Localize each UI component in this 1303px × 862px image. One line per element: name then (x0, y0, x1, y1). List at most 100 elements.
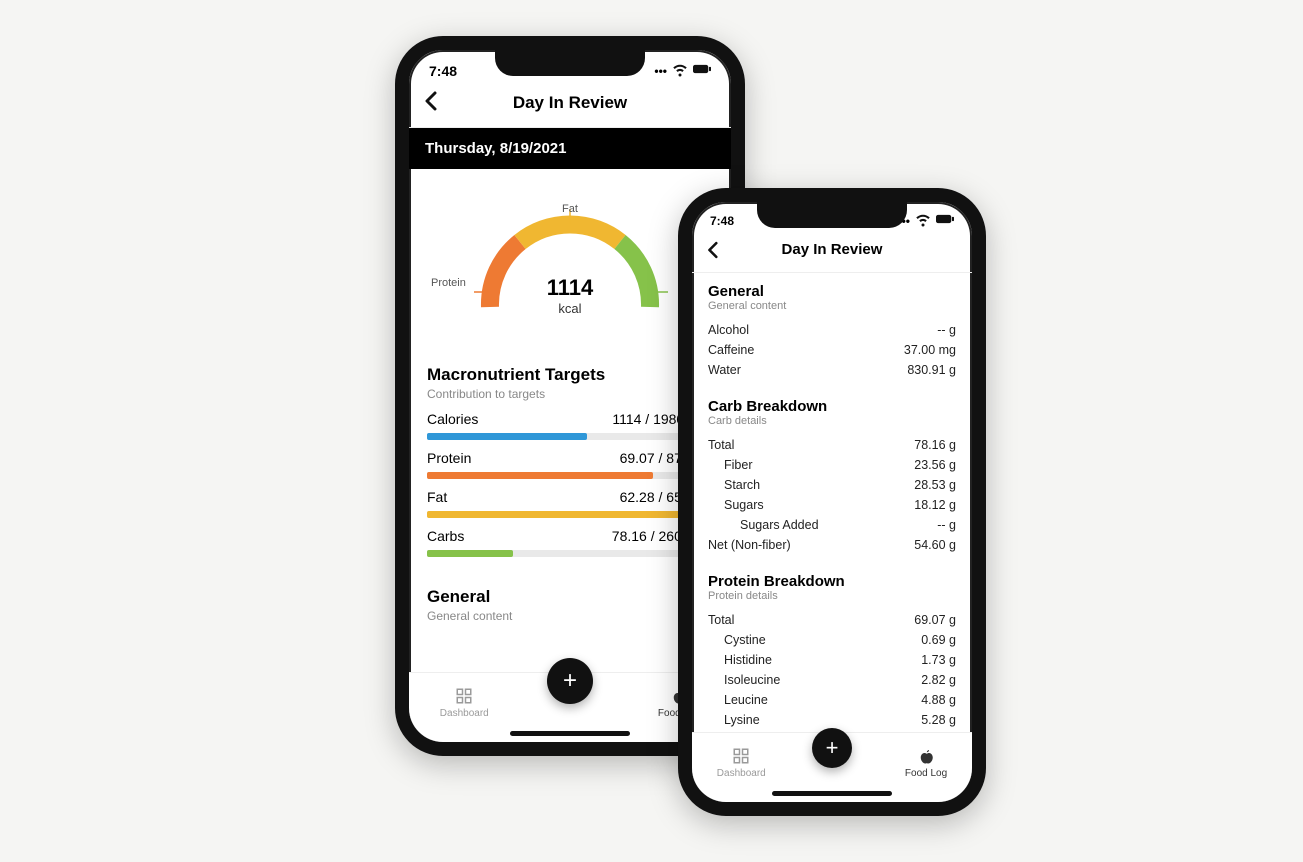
nutrient-value: 4.88 g (921, 693, 956, 707)
progress-bar (427, 433, 713, 440)
nutrient-label: Lysine (708, 713, 760, 727)
nutrient-row: Sugars 18.12 g (708, 495, 956, 515)
back-button[interactable] (423, 91, 437, 117)
nutrient-value: 28.53 g (914, 478, 956, 492)
nutrient-row: Total69.07 g (708, 610, 956, 630)
status-time: 7:48 (710, 214, 734, 228)
nutrient-label: Histidine (708, 653, 772, 667)
device-notch-icon (757, 202, 907, 228)
nutrient-value: 18.12 g (914, 498, 956, 512)
tab-dashboard-label: Dashboard (440, 708, 489, 719)
battery-icon (936, 210, 954, 231)
nutrient-label: Sugars Added (708, 518, 819, 532)
nutrient-label: Total (708, 613, 734, 627)
general-group-subtitle: General content (708, 300, 956, 312)
back-button[interactable] (706, 239, 718, 265)
nutrient-label: Fiber (708, 458, 752, 472)
add-button[interactable]: + (812, 728, 852, 768)
nutrient-row: Histidine 1.73 g (708, 650, 956, 670)
nutrient-label: Alcohol (708, 323, 749, 337)
nutrient-value: 37.00 mg (904, 343, 956, 357)
nutrient-row: Starch 28.53 g (708, 475, 956, 495)
nutrient-row: Total 78.16 g (708, 435, 956, 455)
grid-icon (732, 747, 750, 765)
nav-bar: Day In Review (409, 85, 731, 128)
page-title: Day In Review (513, 93, 627, 113)
date-bar: Thursday, 8/19/2021 (409, 128, 731, 169)
general-subtitle: General content (427, 609, 713, 623)
general-group: General General content Alcohol -- g Caffe… (692, 277, 972, 392)
nutrient-row: Isoleucine2.82 g (708, 670, 956, 690)
nutrient-label: Starch (708, 478, 760, 492)
nutrient-row: Net (Non-fiber) 54.60 g (708, 535, 956, 555)
status-time: 7:48 (429, 63, 457, 79)
add-button[interactable]: + (547, 658, 593, 704)
gauge-label-fat: Fat (562, 203, 578, 215)
progress-bar (427, 472, 713, 479)
macro-subtitle: Contribution to targets (427, 387, 713, 401)
nutrient-row: Leucine 4.88 g (708, 690, 956, 710)
macro-target-row: Fat62.28 / 65.00 g (427, 489, 713, 518)
tab-dashboard[interactable]: Dashboard (440, 687, 489, 719)
carb-group-subtitle: Carb details (708, 415, 956, 427)
nutrient-row: Sugars Added-- g (708, 515, 956, 535)
general-group-title: General (708, 283, 956, 300)
tab-dashboard[interactable]: Dashboard (717, 747, 766, 779)
apple-icon (917, 747, 935, 765)
gauge-kcal-value: 1114 (547, 275, 594, 301)
nutrient-row: Fiber 23.56 g (708, 455, 956, 475)
carb-breakdown-group: Carb Breakdown Carb details Total 78.16 g… (692, 392, 972, 567)
progress-bar (427, 550, 713, 557)
tab-food-log-label: Food Log (905, 768, 947, 779)
macro-target-row: Protein69.07 / 87.00 g (427, 450, 713, 479)
macro-title: Macronutrient Targets (427, 365, 713, 385)
nutrient-value: 54.60 g (914, 538, 956, 552)
nutrient-value: 5.28 g (921, 713, 956, 727)
protein-group-title: Protein Breakdown (708, 573, 956, 590)
nutrient-value: 23.56 g (914, 458, 956, 472)
nutrient-label: Cystine (708, 633, 766, 647)
tab-dashboard-label: Dashboard (717, 768, 766, 779)
nutrient-label: Net (Non-fiber) (708, 538, 791, 552)
nutrient-row: Cystine 0.69 g (708, 630, 956, 650)
nutrient-label: Caffeine (708, 343, 754, 357)
macro-name: Calories (427, 411, 478, 427)
tab-food-log[interactable]: Food Log (905, 747, 947, 779)
home-indicator-icon (510, 731, 630, 736)
battery-icon (693, 60, 711, 81)
progress-bar (427, 511, 713, 518)
nutrient-value: -- g (937, 323, 956, 337)
nutrient-value: 1.73 g (921, 653, 956, 667)
macro-name: Carbs (427, 528, 464, 544)
nutrient-label: Isoleucine (708, 673, 780, 687)
protein-group-subtitle: Protein details (708, 590, 956, 602)
wifi-icon (914, 210, 932, 231)
nutrient-row: Caffeine 37.00 mg (708, 340, 956, 360)
page-title: Day In Review (782, 241, 883, 258)
macro-target-row: Calories1114 / 1980 kcal (427, 411, 713, 440)
gauge-kcal-unit: kcal (547, 301, 594, 316)
gauge-center-value: 1114 kcal (547, 275, 594, 316)
macro-name: Fat (427, 489, 447, 505)
nav-bar: Day In Review (692, 233, 972, 273)
status-icons: ••• (654, 60, 711, 81)
carb-group-title: Carb Breakdown (708, 398, 956, 415)
macro-list: Calories1114 / 1980 kcal Protein69.07 / 8… (427, 411, 713, 557)
device-notch-icon (495, 50, 645, 76)
macro-target-row: Carbs78.16 / 260.00 g (427, 528, 713, 557)
grid-icon (455, 687, 473, 705)
nutrient-row: Lysine 5.28 g (708, 710, 956, 730)
nutrient-label: Water (708, 363, 741, 377)
nutrient-label: Leucine (708, 693, 768, 707)
nutrient-value: 830.91 g (907, 363, 956, 377)
nutrient-label: Sugars (708, 498, 764, 512)
nutrient-value: 78.16 g (914, 438, 956, 452)
nutrient-row: Alcohol -- g (708, 320, 956, 340)
nutrient-row: Water 830.91 g (708, 360, 956, 380)
signal-icon: ••• (654, 64, 667, 78)
wifi-icon (671, 60, 689, 81)
nutrient-label: Total (708, 438, 734, 452)
home-indicator-icon (772, 791, 892, 796)
nutrient-value: 0.69 g (921, 633, 956, 647)
general-title: General (427, 587, 713, 607)
